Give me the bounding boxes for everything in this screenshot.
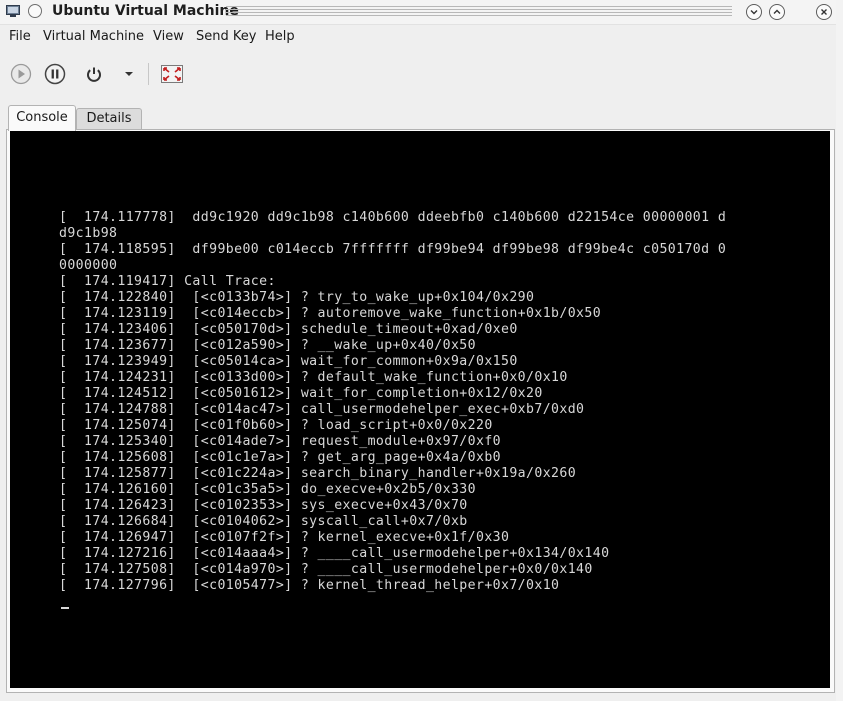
console-line: [ 174.126160] [<c01c35a5>] do_execve+0x2… <box>59 482 476 497</box>
menu-file[interactable]: File <box>9 29 31 44</box>
title-bar[interactable]: Ubuntu Virtual Machine <box>0 0 843 25</box>
console-line: [ 174.123406] [<c050170d>] schedule_time… <box>59 322 518 337</box>
maximize-button[interactable] <box>769 4 785 20</box>
console-line: [ 174.125877] [<c01c224a>] search_binary… <box>59 466 577 481</box>
chevron-up-icon <box>773 9 781 14</box>
menu-send-key[interactable]: Send Key <box>196 29 256 44</box>
console-line: [ 174.126423] [<c0102353>] sys_execve+0x… <box>59 498 468 513</box>
close-button[interactable] <box>816 4 832 20</box>
console-line: [ 174.123119] [<c014eccb>] ? autoremove_… <box>59 306 602 321</box>
console-line: [ 174.124231] [<c0133d00>] ? default_wak… <box>59 370 568 385</box>
window-title: Ubuntu Virtual Machine <box>52 3 239 19</box>
toolbar <box>0 56 843 92</box>
console-line: [ 174.126947] [<c0107f2f>] ? kernel_exec… <box>59 530 510 545</box>
fullscreen-icon[interactable] <box>161 63 183 85</box>
console-line: [ 174.127216] [<c014aaa4>] ? ____call_us… <box>59 546 610 561</box>
console-line: [ 174.127508] [<c014a970>] ? ____call_us… <box>59 562 593 577</box>
console-line: [ 174.119417] Call Trace: <box>59 274 276 289</box>
console-line: [ 174.122840] [<c0133b74>] ? try_to_wake… <box>59 290 535 305</box>
console-line: 0000000 <box>59 258 118 273</box>
console-output: [ 174.117778] dd9c1920 dd9c1b98 c140b600… <box>59 210 726 594</box>
console-line: [ 174.126684] [<c0104062>] syscall_call+… <box>59 514 468 529</box>
vm-console-screen[interactable]: [ 174.117778] dd9c1920 dd9c1b98 c140b600… <box>10 131 830 688</box>
menu-view[interactable]: View <box>153 29 184 44</box>
console-line: d9c1b98 <box>59 226 118 241</box>
console-line: [ 174.125074] [<c01f0b60>] ? load_script… <box>59 418 493 433</box>
console-line: [ 174.124512] [<c0501612>] wait_for_comp… <box>59 386 543 401</box>
console-line: [ 174.118595] df99be00 c014eccb 7fffffff… <box>59 242 727 257</box>
title-bar-grip <box>226 6 732 18</box>
console-line: [ 174.124788] [<c014ac47>] call_usermode… <box>59 402 585 417</box>
menu-bar: File Virtual Machine View Send Key Help <box>0 26 843 48</box>
console-line: [ 174.123949] [<c05014ca>] wait_for_comm… <box>59 354 518 369</box>
window-menu-icon[interactable] <box>28 4 42 18</box>
app-icon <box>6 5 20 17</box>
tab-console[interactable]: Console <box>8 105 76 131</box>
console-line: [ 174.117778] dd9c1920 dd9c1b98 c140b600… <box>59 210 727 225</box>
window-edge <box>836 0 843 701</box>
console-line: [ 174.123677] [<c012a590>] ? __wake_up+0… <box>59 338 476 353</box>
text-cursor <box>61 607 69 609</box>
console-line: [ 174.125608] [<c01c1e7a>] ? get_arg_pag… <box>59 450 501 465</box>
toolbar-separator <box>148 63 149 85</box>
minimize-button[interactable] <box>746 4 762 20</box>
console-line: [ 174.125340] [<c014ade7>] request_modul… <box>59 434 501 449</box>
menu-virtual-machine[interactable]: Virtual Machine <box>43 29 144 44</box>
tab-details[interactable]: Details <box>76 108 142 130</box>
chevron-down-icon[interactable] <box>122 63 136 85</box>
console-line: [ 174.127796] [<c0105477>] ? kernel_thre… <box>59 578 560 593</box>
chevron-down-icon <box>750 10 758 15</box>
run-icon[interactable] <box>10 63 32 85</box>
close-icon <box>821 9 827 15</box>
power-icon[interactable] <box>83 63 105 85</box>
pause-icon[interactable] <box>44 63 66 85</box>
menu-help[interactable]: Help <box>265 29 295 44</box>
